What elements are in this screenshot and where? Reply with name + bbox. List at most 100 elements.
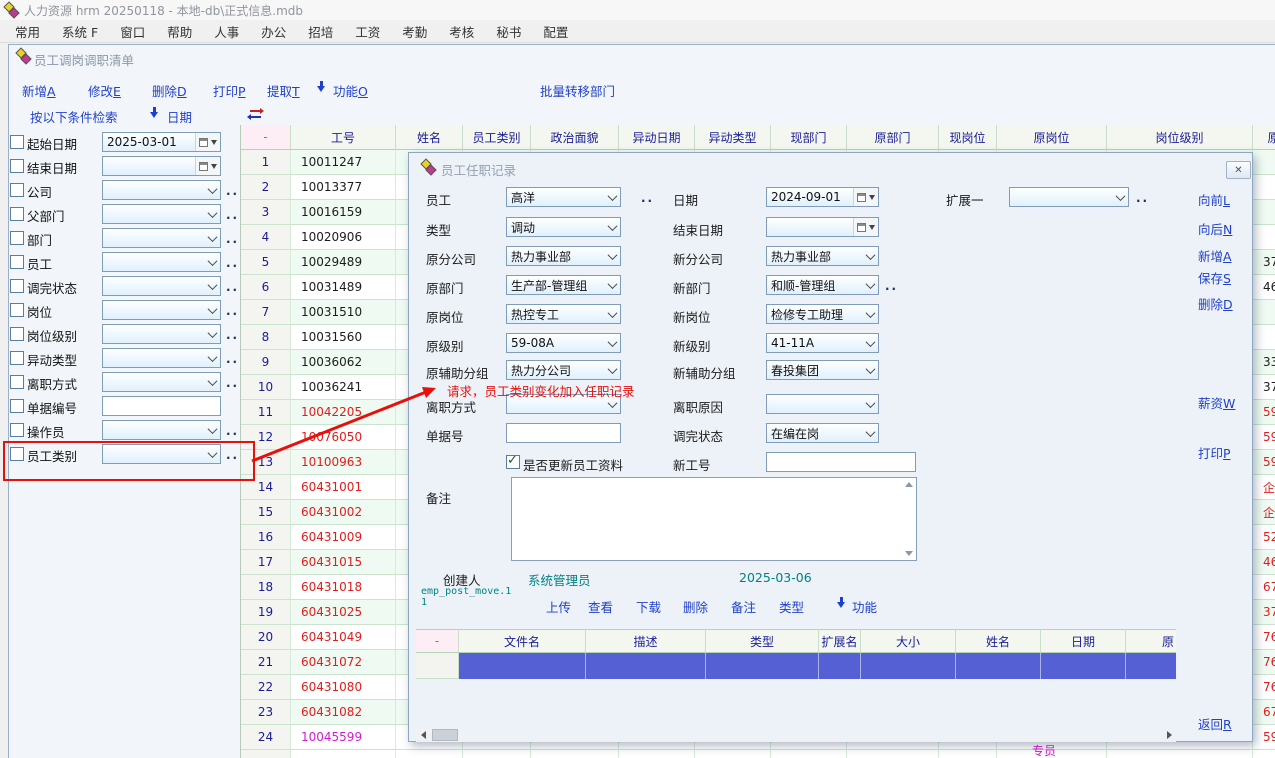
grid-col-员工类别[interactable]: 员工类别 xyxy=(463,125,531,150)
field-员工-dropdown-icon[interactable] xyxy=(605,194,620,201)
grid-col-异动日期[interactable]: 异动日期 xyxy=(619,125,695,150)
toolbar-button-3[interactable]: 打印P xyxy=(213,81,246,100)
new-empno-input[interactable] xyxy=(766,452,916,472)
side-button-向前L[interactable]: 向前L xyxy=(1198,190,1230,209)
field-离职方式-dropdown-icon[interactable] xyxy=(605,401,620,408)
filter-checkbox-12[interactable] xyxy=(10,423,24,437)
field-离职原因[interactable] xyxy=(766,394,879,414)
filter-control-1-calendar-icon[interactable] xyxy=(195,157,220,175)
filter-more-9[interactable]: .. xyxy=(226,352,239,366)
grid-col-原部门[interactable]: 原部门 xyxy=(847,125,939,150)
func-button[interactable]: 功能O xyxy=(333,81,368,100)
attach-func-button[interactable]: 功能 xyxy=(852,597,877,616)
attach-button-类型[interactable]: 类型 xyxy=(779,597,804,616)
field-结束日期[interactable] xyxy=(766,217,879,237)
filter-control-13[interactable] xyxy=(102,444,221,464)
menu-item-11[interactable]: 配置 xyxy=(532,20,579,43)
grid-col-现岗位[interactable]: 现岗位 xyxy=(939,125,997,150)
grid-col-原岗位级别[interactable]: 原岗位级别 xyxy=(1253,125,1275,150)
grid-col-原岗位[interactable]: 原岗位 xyxy=(997,125,1107,150)
grid-col-工号[interactable]: 工号 xyxy=(291,125,396,150)
field-类型[interactable]: 调动 xyxy=(506,217,621,237)
filter-checkbox-8[interactable] xyxy=(10,327,24,341)
field-调完状态-dropdown-icon[interactable] xyxy=(863,430,878,437)
grid-col-现部门[interactable]: 现部门 xyxy=(771,125,847,150)
menu-item-8[interactable]: 考勤 xyxy=(391,20,438,43)
field-类型-dropdown-icon[interactable] xyxy=(605,224,620,231)
field-新辅助分组-dropdown-icon[interactable] xyxy=(863,367,878,374)
extension-more-button[interactable]: .. xyxy=(1136,191,1149,205)
file-col-日期[interactable]: 日期 xyxy=(1041,629,1126,653)
filter-control-7[interactable] xyxy=(102,300,221,320)
grid-col-姓名[interactable]: 姓名 xyxy=(396,125,463,150)
filter-control-12-dropdown-icon[interactable] xyxy=(205,427,220,434)
filter-control-9[interactable] xyxy=(102,348,221,368)
file-col-描述[interactable]: 描述 xyxy=(586,629,706,653)
field-新辅助分组[interactable]: 春投集团 xyxy=(766,360,879,380)
grid-col--[interactable]: - xyxy=(241,125,291,150)
filter-more-2[interactable]: .. xyxy=(226,184,239,198)
field-原辅助分组-dropdown-icon[interactable] xyxy=(605,367,620,374)
filter-more-3[interactable]: .. xyxy=(226,208,239,222)
filter-checkbox-3[interactable] xyxy=(10,207,24,221)
field-新级别-dropdown-icon[interactable] xyxy=(863,340,878,347)
menu-item-5[interactable]: 办公 xyxy=(250,20,297,43)
menu-item-9[interactable]: 考核 xyxy=(438,20,485,43)
field-原级别[interactable]: 59-08A xyxy=(506,333,621,353)
side-button-新增A[interactable]: 新增A xyxy=(1198,246,1232,265)
menu-item-3[interactable]: 帮助 xyxy=(156,20,203,43)
toolbar-button-2[interactable]: 删除D xyxy=(152,81,187,100)
filter-control-10-dropdown-icon[interactable] xyxy=(205,379,220,386)
file-col-原[interactable]: 原 xyxy=(1126,629,1176,653)
field-原分公司[interactable]: 热力事业部 xyxy=(506,246,621,266)
field-原辅助分组[interactable]: 热力分公司 xyxy=(506,360,621,380)
remark-textarea[interactable] xyxy=(511,477,917,561)
field-日期[interactable]: 2024-09-01 xyxy=(766,187,879,207)
scroll-left-icon[interactable] xyxy=(416,728,430,742)
filter-control-6-dropdown-icon[interactable] xyxy=(205,283,220,290)
field-原岗位[interactable]: 热控专工 xyxy=(506,304,621,324)
filter-more-6[interactable]: .. xyxy=(226,280,239,294)
filter-control-5-dropdown-icon[interactable] xyxy=(205,259,220,266)
sort-date-button[interactable]: 日期 xyxy=(167,107,192,126)
batch-transfer-button[interactable]: 批量转移部门 xyxy=(540,81,615,100)
field-结束日期-calendar-icon[interactable] xyxy=(853,218,878,236)
filter-more-8[interactable]: .. xyxy=(226,328,239,342)
menu-item-0[interactable]: 常用 xyxy=(4,20,51,43)
filter-more-12[interactable]: .. xyxy=(226,424,239,438)
filter-more-10[interactable]: .. xyxy=(226,376,239,390)
filter-more-5[interactable]: .. xyxy=(226,256,239,270)
filter-more-7[interactable]: .. xyxy=(226,304,239,318)
file-col-文件名[interactable]: 文件名 xyxy=(459,629,586,653)
attach-button-查看[interactable]: 查看 xyxy=(588,597,613,616)
field-调完状态[interactable]: 在编在岗 xyxy=(766,423,879,443)
field-新分公司-dropdown-icon[interactable] xyxy=(863,253,878,260)
filter-control-3[interactable] xyxy=(102,204,221,224)
filter-control-8-dropdown-icon[interactable] xyxy=(205,331,220,338)
attach-button-备注[interactable]: 备注 xyxy=(731,597,756,616)
field-离职原因-dropdown-icon[interactable] xyxy=(863,401,878,408)
filter-control-6[interactable] xyxy=(102,276,221,296)
side-button-打印P[interactable]: 打印P xyxy=(1198,443,1231,462)
menu-item-6[interactable]: 招培 xyxy=(297,20,344,43)
side-button-薪资W[interactable]: 薪资W xyxy=(1198,393,1235,412)
attach-button-下载[interactable]: 下载 xyxy=(636,597,661,616)
filter-control-1[interactable] xyxy=(102,156,221,176)
filter-control-0-calendar-icon[interactable] xyxy=(195,133,220,151)
filter-checkbox-10[interactable] xyxy=(10,375,24,389)
scroll-thumb[interactable] xyxy=(432,729,458,741)
field-新部门-dropdown-icon[interactable] xyxy=(863,282,878,289)
field-日期-calendar-icon[interactable] xyxy=(853,188,878,206)
filter-control-5[interactable] xyxy=(102,252,221,272)
toolbar-button-0[interactable]: 新增A xyxy=(22,81,56,100)
filter-checkbox-1[interactable] xyxy=(10,159,24,173)
grid-col-异动类型[interactable]: 异动类型 xyxy=(695,125,771,150)
menu-item-2[interactable]: 窗口 xyxy=(109,20,156,43)
filter-checkbox-0[interactable] xyxy=(10,135,24,149)
filter-checkbox-6[interactable] xyxy=(10,279,24,293)
filter-control-7-dropdown-icon[interactable] xyxy=(205,307,220,314)
filter-more-13[interactable]: .. xyxy=(226,448,239,462)
field-新分公司[interactable]: 热力事业部 xyxy=(766,246,879,266)
field-原级别-dropdown-icon[interactable] xyxy=(605,340,620,347)
menu-item-4[interactable]: 人事 xyxy=(203,20,250,43)
